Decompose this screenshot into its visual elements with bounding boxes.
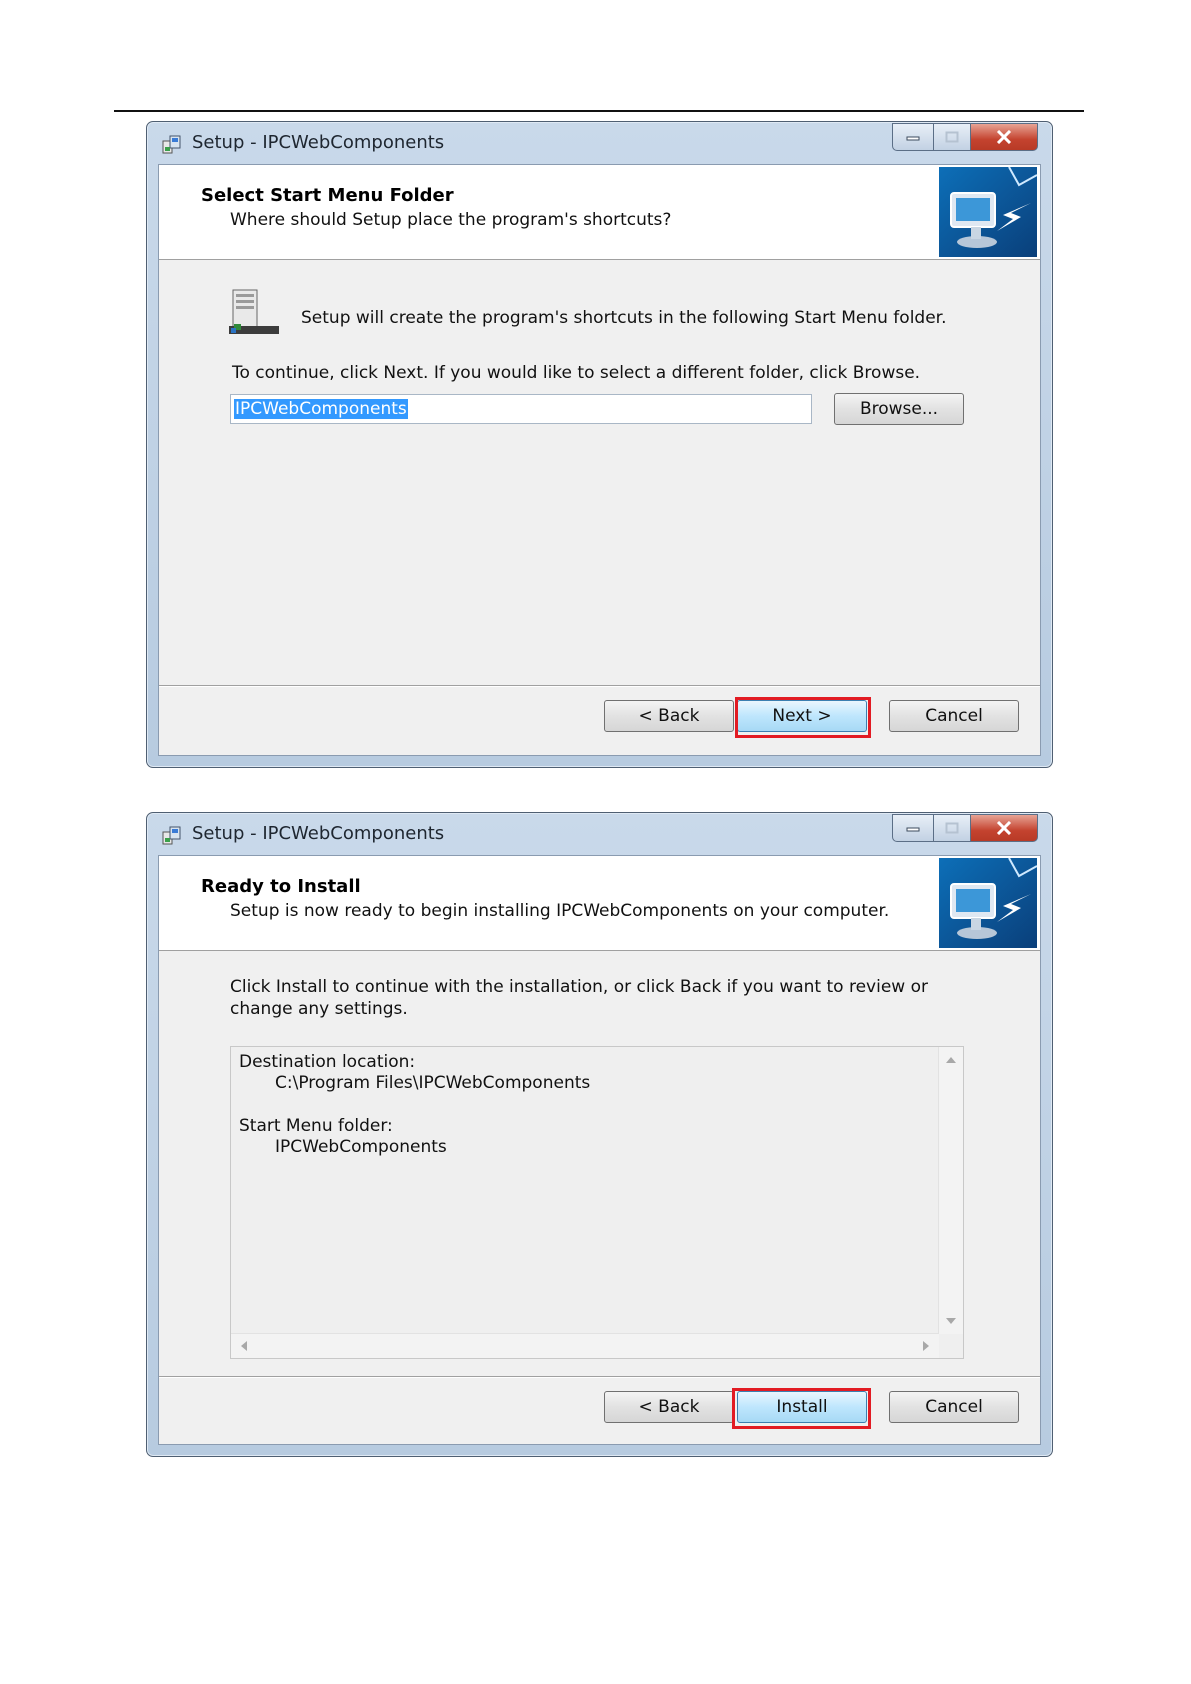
- back-button[interactable]: < Back: [604, 1391, 734, 1423]
- page-subtitle: Setup is now ready to begin installing I…: [230, 901, 890, 921]
- wizard-header: Ready to Install Setup is now ready to b…: [159, 856, 1040, 951]
- wizard-computer-icon: [939, 858, 1037, 948]
- install-highlight-box: [732, 1388, 871, 1429]
- instruction-text-line2: change any settings.: [230, 999, 408, 1019]
- minimize-icon: [906, 827, 920, 832]
- start-menu-value: IPCWebComponents: [275, 1137, 447, 1157]
- minimize-button[interactable]: [892, 123, 934, 151]
- scroll-left-icon[interactable]: [241, 1341, 247, 1351]
- intro-text: Setup will create the program's shortcut…: [301, 308, 947, 328]
- settings-summary-memo[interactable]: Destination location: C:\Program Files\I…: [230, 1046, 964, 1359]
- footer-separator: [159, 685, 1040, 686]
- maximize-icon: [945, 131, 959, 143]
- window-title: Setup - IPCWebComponents: [192, 132, 445, 153]
- instruction-text-line1: Click Install to continue with the insta…: [230, 977, 928, 997]
- back-button[interactable]: < Back: [604, 700, 734, 732]
- scroll-right-icon[interactable]: [923, 1341, 929, 1351]
- page-subtitle: Where should Setup place the program's s…: [230, 210, 672, 230]
- start-menu-folder-icon: [229, 289, 279, 334]
- footer-separator: [159, 1376, 1040, 1377]
- setup-window-ready: Setup - IPCWebComponents Ready to Instal…: [146, 812, 1053, 1457]
- close-button[interactable]: [971, 814, 1038, 842]
- maximize-icon: [945, 822, 959, 834]
- horizontal-scrollbar[interactable]: [231, 1333, 939, 1358]
- setup-app-icon: [162, 135, 181, 154]
- wizard-client-area: Select Start Menu Folder Where should Se…: [158, 164, 1041, 756]
- scroll-up-icon[interactable]: [946, 1057, 956, 1063]
- title-bar[interactable]: Setup - IPCWebComponents: [147, 813, 1052, 855]
- setup-app-icon: [162, 826, 181, 845]
- page-title: Ready to Install: [201, 876, 361, 897]
- wizard-computer-icon: [939, 167, 1037, 257]
- minimize-icon: [906, 136, 920, 141]
- cancel-button[interactable]: Cancel: [889, 1391, 1019, 1423]
- start-menu-label: Start Menu folder:: [239, 1116, 393, 1136]
- scroll-down-icon[interactable]: [946, 1318, 956, 1324]
- vertical-scrollbar[interactable]: [938, 1047, 963, 1334]
- close-icon: [996, 130, 1012, 144]
- next-highlight-box: [735, 697, 871, 738]
- maximize-button[interactable]: [934, 814, 971, 842]
- close-button[interactable]: [971, 123, 1038, 151]
- folder-input-value: IPCWebComponents: [234, 399, 408, 419]
- wizard-client-area: Ready to Install Setup is now ready to b…: [158, 855, 1041, 1445]
- minimize-button[interactable]: [892, 814, 934, 842]
- maximize-button[interactable]: [934, 123, 971, 151]
- instruction-text: To continue, click Next. If you would li…: [232, 363, 921, 383]
- close-icon: [996, 821, 1012, 835]
- page-title: Select Start Menu Folder: [201, 185, 454, 206]
- cancel-button[interactable]: Cancel: [889, 700, 1019, 732]
- setup-window-start-menu: Setup - IPCWebComponents Select Start Me…: [146, 121, 1053, 768]
- destination-label: Destination location:: [239, 1052, 416, 1072]
- page-rule: [114, 110, 1084, 112]
- destination-value: C:\Program Files\IPCWebComponents: [275, 1073, 591, 1093]
- window-title: Setup - IPCWebComponents: [192, 823, 445, 844]
- start-menu-folder-input[interactable]: IPCWebComponents: [230, 394, 812, 424]
- wizard-header: Select Start Menu Folder Where should Se…: [159, 165, 1040, 260]
- title-bar[interactable]: Setup - IPCWebComponents: [147, 122, 1052, 164]
- browse-button[interactable]: Browse...: [834, 393, 964, 425]
